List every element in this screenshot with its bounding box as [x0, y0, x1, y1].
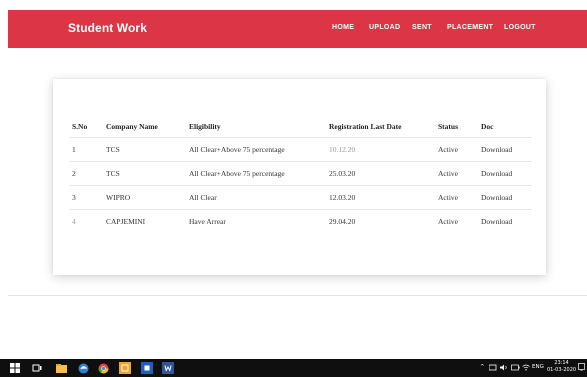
nav-logout[interactable]: LOGOUT: [504, 24, 536, 31]
chrome-browser-icon[interactable]: [97, 362, 109, 374]
cell-company: TCS: [106, 169, 120, 178]
windows-start-icon[interactable]: [9, 362, 21, 374]
cell-date: 12.03.20: [329, 193, 356, 202]
nav-home[interactable]: HOME: [332, 24, 354, 31]
nav-sent[interactable]: SENT: [412, 24, 432, 31]
windows-taskbar: ^ ENG 23:14 01-03-2020: [0, 359, 587, 377]
header-divider: [70, 137, 532, 138]
tray-language[interactable]: ENG: [532, 364, 544, 370]
download-link[interactable]: Download: [481, 145, 512, 154]
edge-browser-icon[interactable]: [77, 362, 89, 374]
cell-status: Active: [438, 169, 458, 178]
tray-volume-icon[interactable]: [500, 364, 508, 373]
cell-eligibility: All Clear+Above 75 percentage: [189, 169, 285, 178]
col-registration-last-date: Registration Last Date: [329, 122, 402, 131]
brand-title[interactable]: Student Work: [68, 21, 147, 35]
col-doc: Doc: [481, 122, 494, 131]
cell-sno: 1: [72, 145, 76, 154]
download-link[interactable]: Download: [481, 193, 512, 202]
placement-card: S.No Company Name Eligibility Registrati…: [53, 79, 546, 275]
nav-upload[interactable]: UPLOAD: [369, 24, 400, 31]
cell-status: Active: [438, 217, 458, 226]
clock-time: 23:14: [554, 360, 569, 366]
col-eligibility: Eligibility: [189, 122, 221, 131]
tray-chevron-up-icon[interactable]: ^: [480, 364, 485, 370]
download-link[interactable]: Download: [481, 217, 512, 226]
clock-date: 01-03-2020: [547, 367, 577, 373]
tray-clock[interactable]: 23:14 01-03-2020: [547, 360, 576, 374]
cell-date: 29.04.20: [329, 217, 356, 226]
task-view-icon[interactable]: [31, 362, 43, 374]
cell-eligibility: Have Arrear: [189, 217, 226, 226]
cell-eligibility: All Clear: [189, 193, 217, 202]
tray-wifi-icon[interactable]: [522, 364, 530, 373]
cell-company: WIPRO: [106, 193, 131, 202]
col-sno: S.No: [72, 122, 88, 131]
col-status: Status: [438, 122, 459, 131]
app-orange-icon[interactable]: [119, 362, 131, 374]
cell-sno: 2: [72, 169, 76, 178]
row-divider: [70, 209, 532, 210]
cell-company: CAPJEMINI: [106, 217, 146, 226]
top-navbar: Student Work HOME UPLOAD SENT PLACEMENT …: [8, 10, 587, 48]
col-company-name: Company Name: [106, 122, 158, 131]
cell-sno: 3: [72, 193, 76, 202]
cell-company: TCS: [106, 145, 120, 154]
cell-status: Active: [438, 193, 458, 202]
notification-icon[interactable]: [578, 363, 585, 373]
download-link[interactable]: Download: [481, 169, 512, 178]
page-divider: [8, 295, 587, 296]
row-divider: [70, 161, 532, 162]
cell-status: Active: [438, 145, 458, 154]
tray-network-icon[interactable]: [488, 364, 497, 373]
app-blue-icon[interactable]: [141, 362, 153, 374]
cell-sno: 4: [72, 217, 76, 226]
word-icon[interactable]: [162, 362, 174, 374]
cell-date: 10.12.20: [329, 145, 356, 154]
cell-eligibility: All Clear+Above 75 percentage: [189, 145, 285, 154]
nav-placement[interactable]: PLACEMENT: [447, 24, 493, 31]
file-explorer-icon[interactable]: [55, 362, 67, 374]
cell-date: 25.03.20: [329, 169, 356, 178]
row-divider: [70, 185, 532, 186]
tray-battery-icon[interactable]: [511, 364, 520, 373]
